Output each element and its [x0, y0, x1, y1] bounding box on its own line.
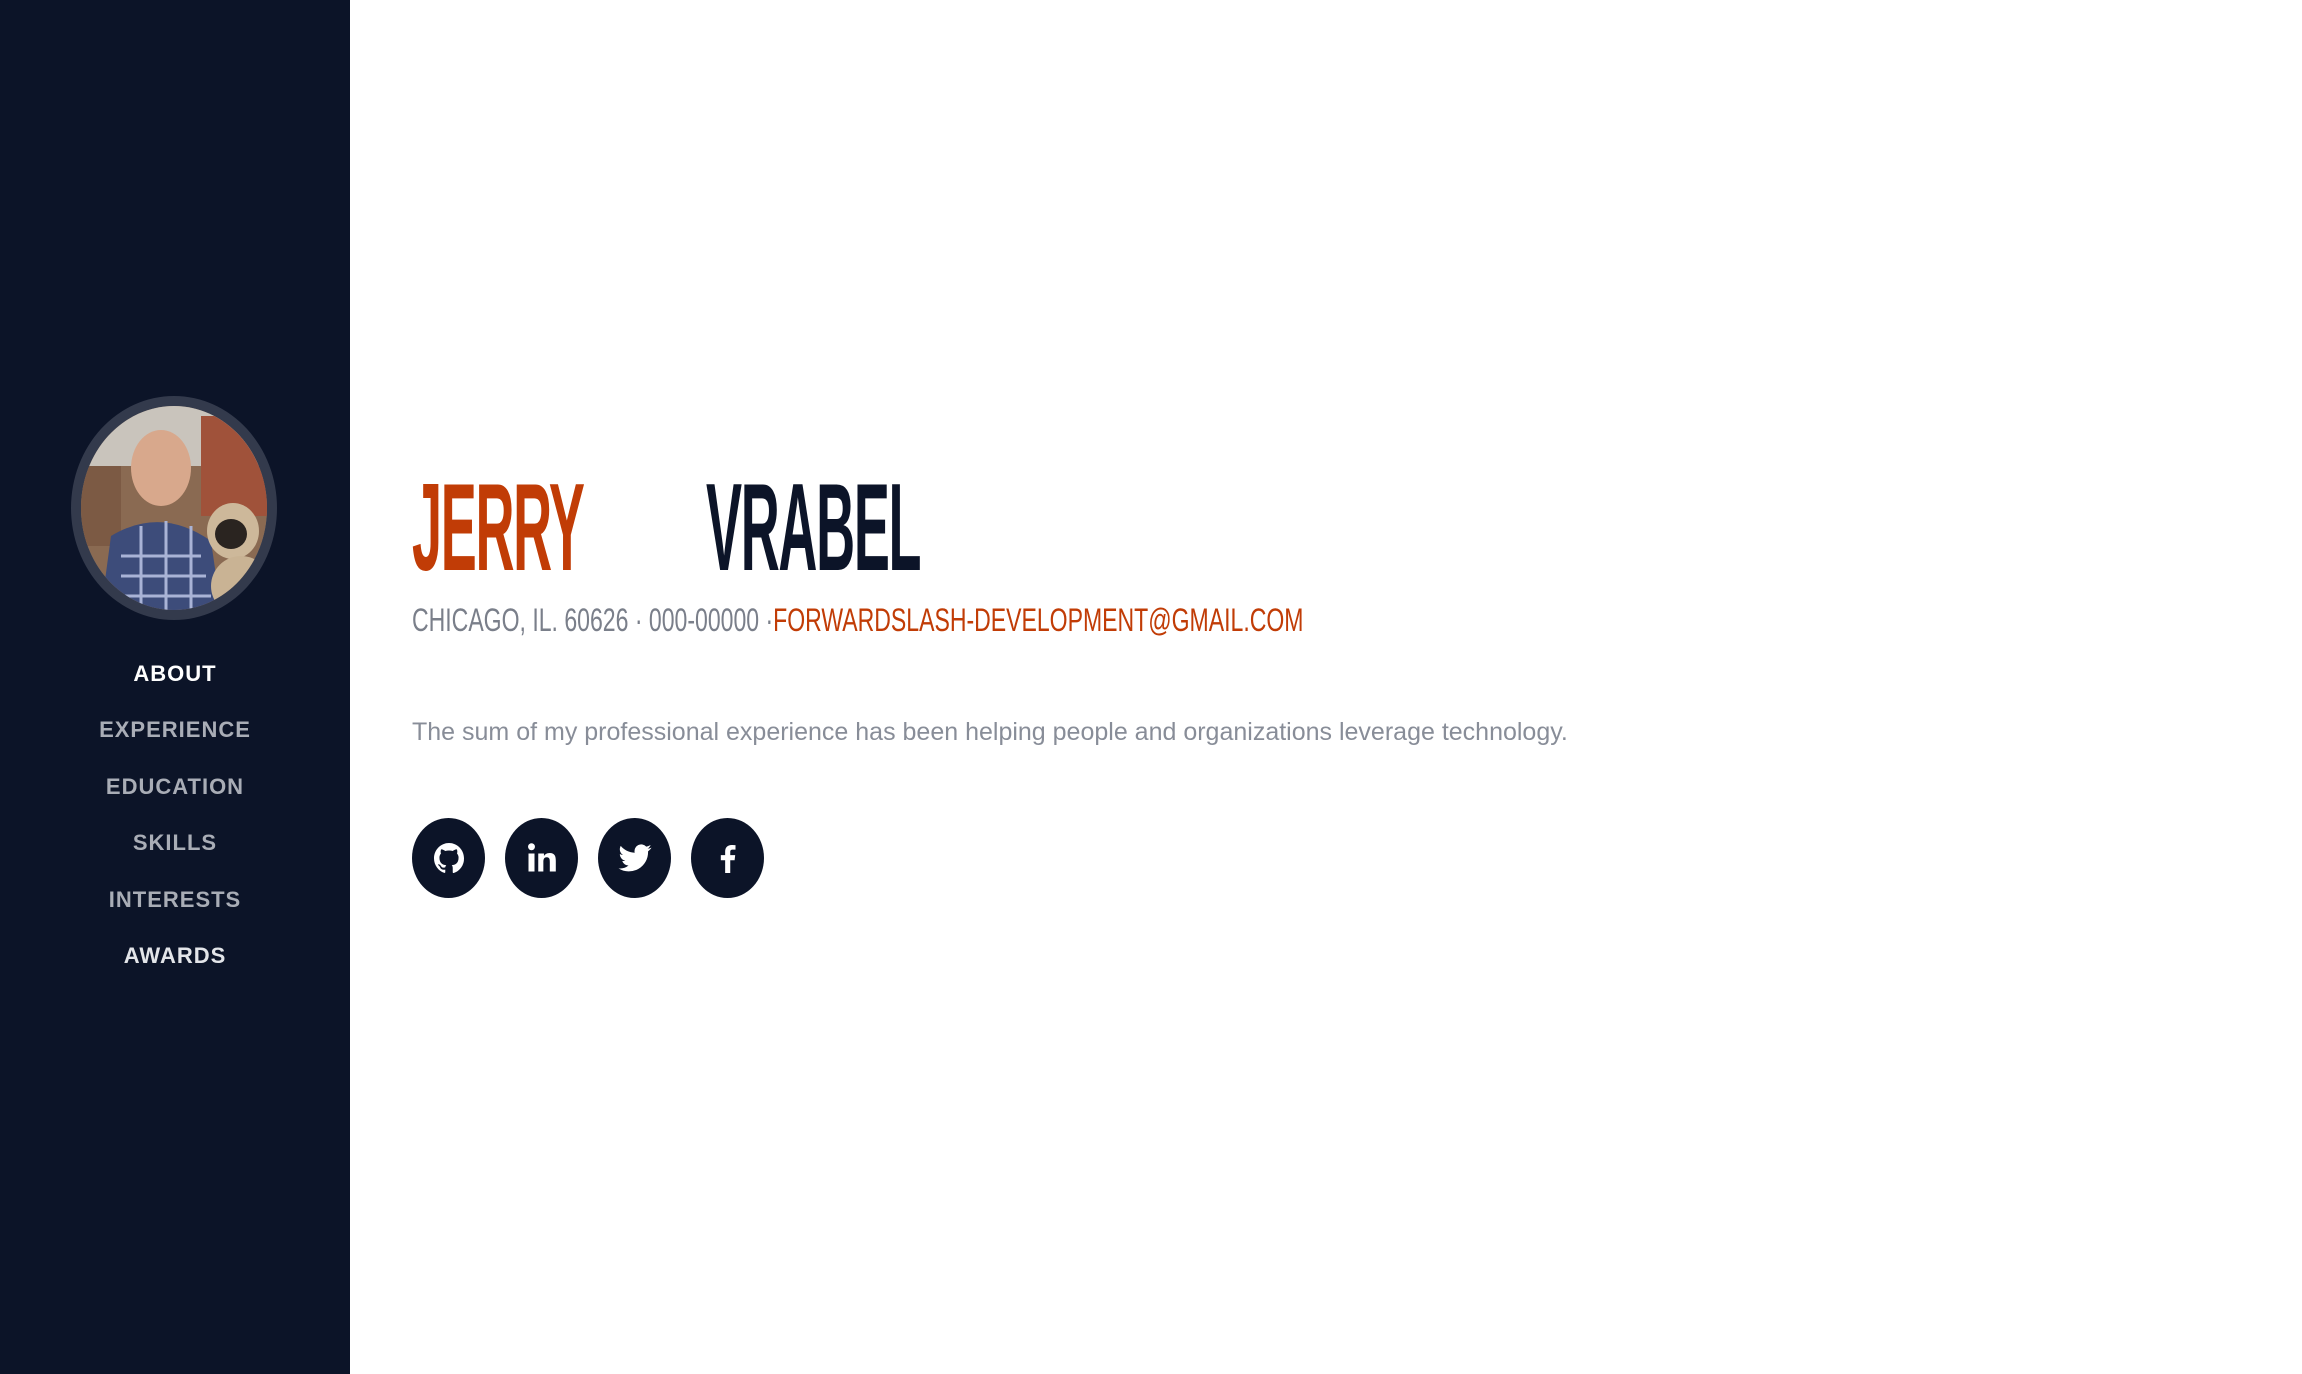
- twitter-icon: [618, 844, 651, 872]
- first-name: JERRY: [412, 459, 585, 597]
- email-link[interactable]: FORWARDSLASH-DEVELOPMENT@GMAIL.COM: [773, 602, 1303, 638]
- nav-link-awards[interactable]: AWARDS: [124, 943, 227, 968]
- profile-photo[interactable]: [71, 396, 277, 620]
- nav-link-about[interactable]: ABOUT: [133, 661, 216, 686]
- facebook-icon: [720, 844, 735, 873]
- nav-item-about: ABOUT: [0, 654, 350, 710]
- linkedin-button[interactable]: [505, 818, 578, 898]
- sidebar-nav: ABOUT EXPERIENCE EDUCATION SKILLS INTERE…: [0, 654, 350, 992]
- github-icon: [433, 843, 464, 874]
- profile-photo-image: [81, 406, 267, 610]
- sidebar: ABOUT EXPERIENCE EDUCATION SKILLS INTERE…: [0, 0, 350, 1374]
- intro-text: The sum of my professional experience ha…: [412, 718, 1568, 746]
- social-icons: [412, 818, 764, 898]
- github-button[interactable]: [412, 818, 485, 898]
- nav-link-education[interactable]: EDUCATION: [106, 774, 244, 799]
- contact-address-phone: CHICAGO, IL. 60626 · 000-00000 ·: [412, 602, 774, 638]
- nav-link-skills[interactable]: SKILLS: [133, 830, 217, 855]
- nav-link-interests[interactable]: INTERESTS: [109, 887, 241, 912]
- twitter-button[interactable]: [598, 818, 671, 898]
- contact-line: CHICAGO, IL. 60626 · 000-00000 ·FORWARDS…: [412, 598, 1303, 642]
- facebook-button[interactable]: [691, 818, 764, 898]
- nav-item-education: EDUCATION: [0, 767, 350, 823]
- page-title: JERRY VRABEL: [412, 458, 1198, 598]
- linkedin-icon: [527, 843, 556, 872]
- last-name: VRABEL: [705, 459, 922, 597]
- nav-item-awards: AWARDS: [0, 936, 350, 992]
- nav-item-skills: SKILLS: [0, 823, 350, 879]
- nav-item-experience: EXPERIENCE: [0, 710, 350, 766]
- nav-item-interests: INTERESTS: [0, 880, 350, 936]
- nav-link-experience[interactable]: EXPERIENCE: [99, 717, 251, 742]
